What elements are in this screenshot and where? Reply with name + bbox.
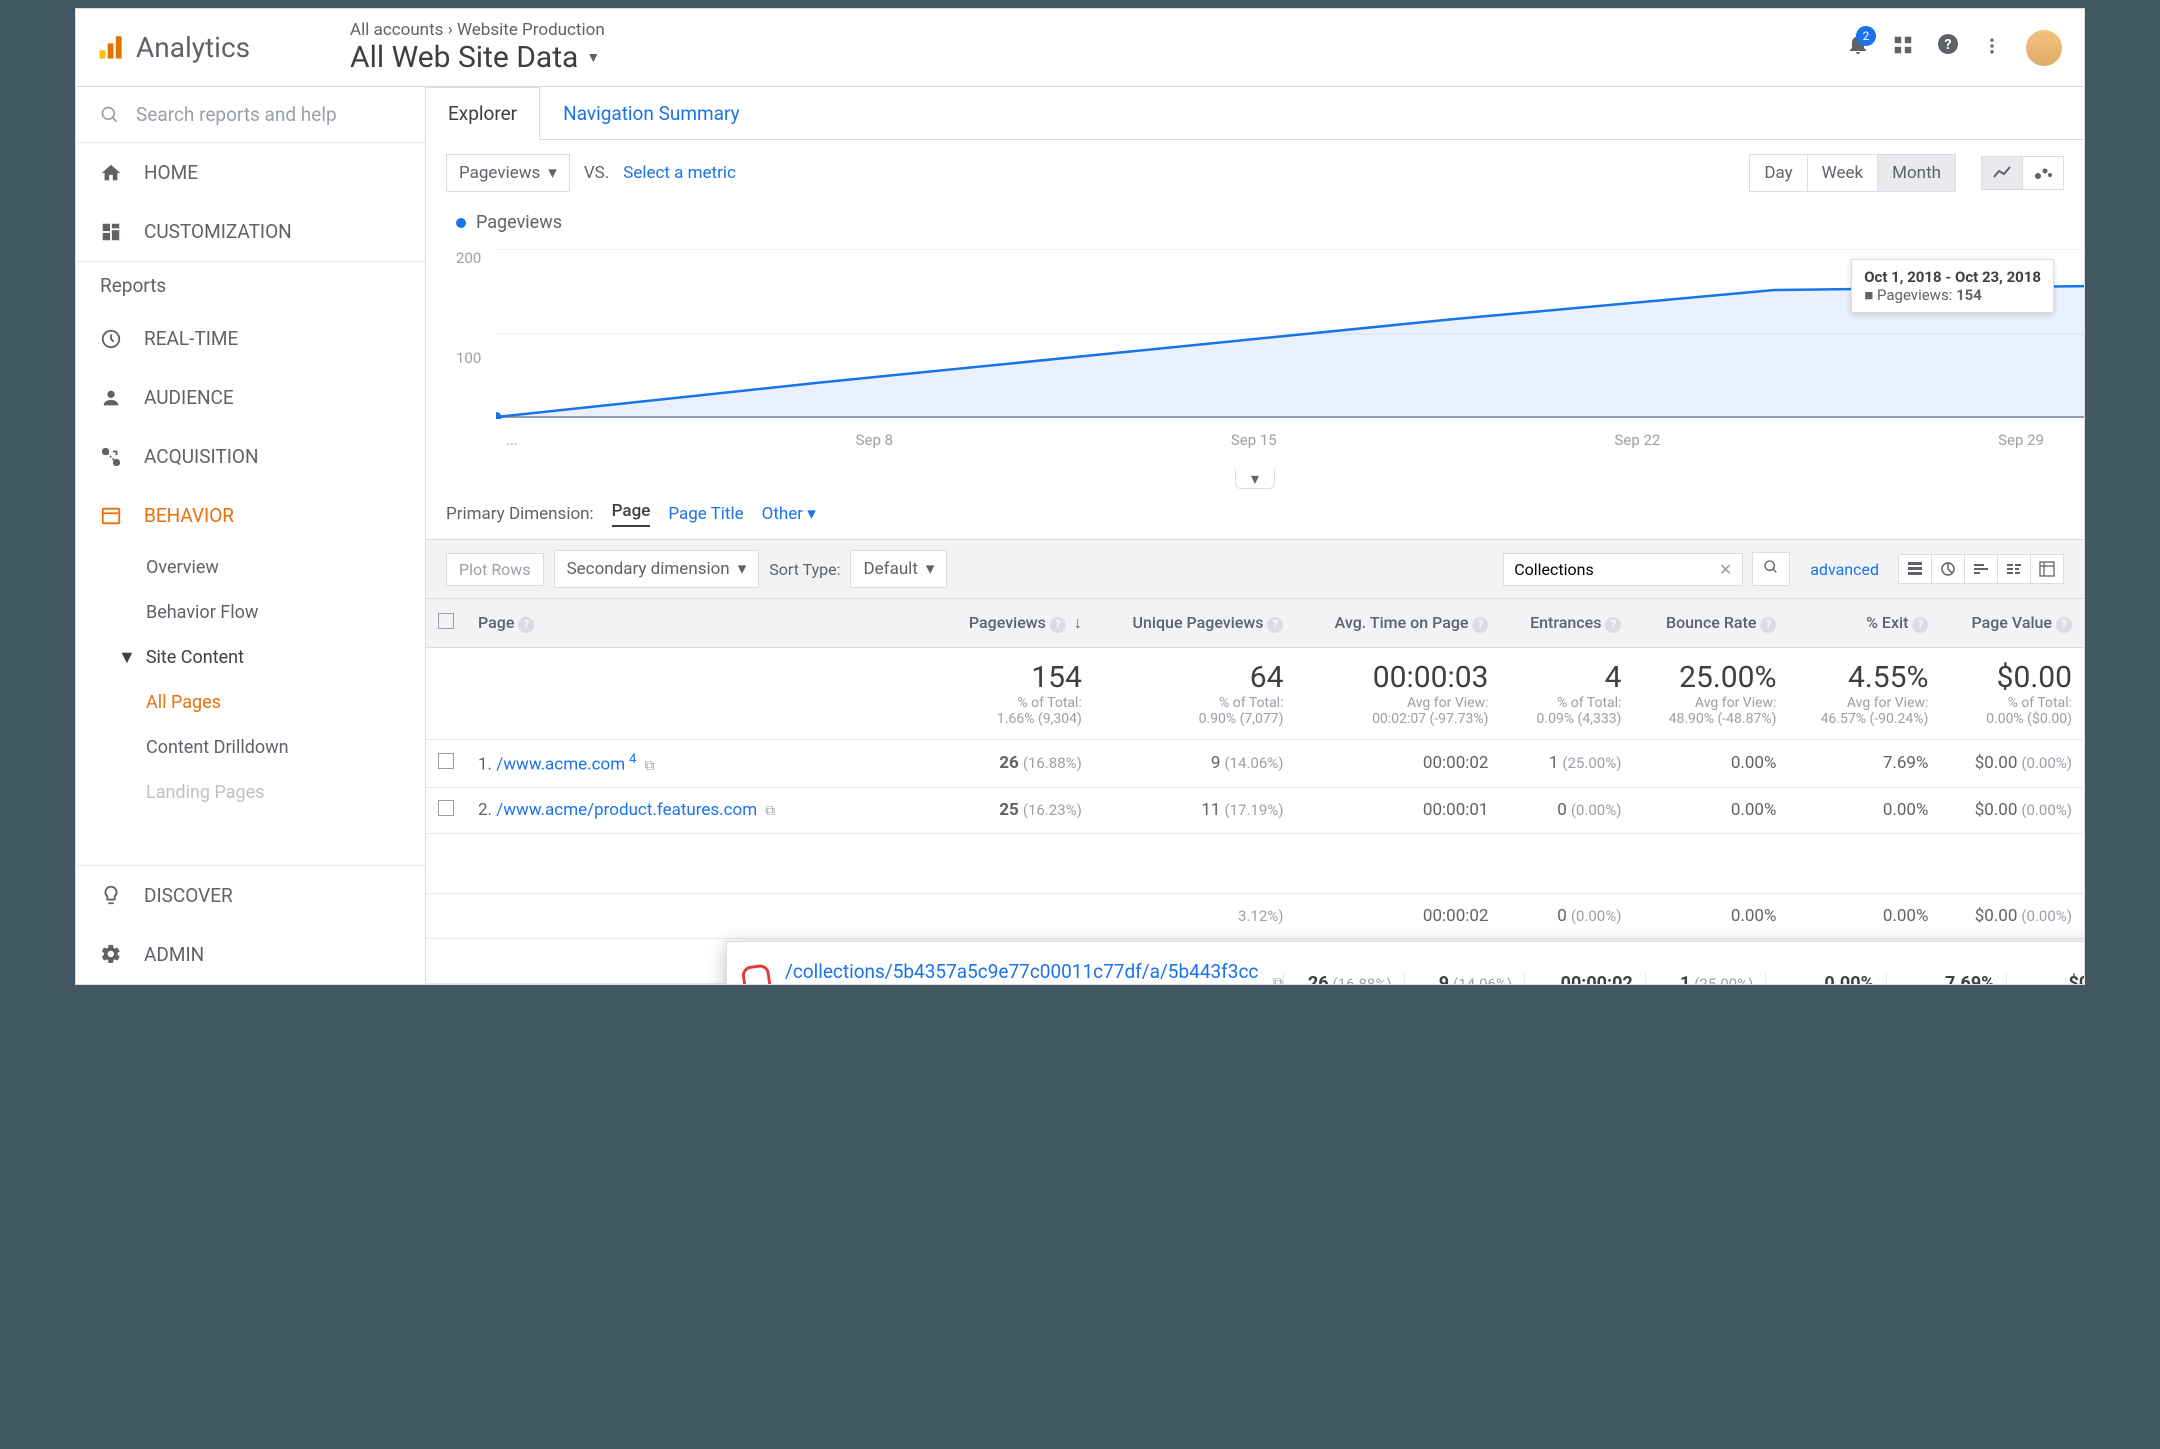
caret-down-icon: ▼	[118, 647, 136, 668]
more-icon[interactable]	[1982, 33, 2002, 63]
sort-type-label: Sort Type:	[769, 560, 840, 579]
behavior-icon	[100, 505, 122, 527]
table-view-icon[interactable]	[1898, 554, 1932, 584]
breadcrumb[interactable]: All accounts › Website Production	[350, 20, 1846, 40]
sub-item-overview[interactable]: Overview	[146, 545, 425, 590]
sidebar-item-acquisition[interactable]: ACQUISITION	[76, 427, 425, 486]
help-icon[interactable]: ?	[1936, 32, 1960, 63]
acquisition-icon	[100, 446, 122, 468]
caret-down-icon: ▾	[548, 163, 557, 183]
search-reports[interactable]: Search reports and help	[76, 87, 425, 142]
clock-icon	[100, 328, 122, 350]
comparison-view-icon[interactable]	[1997, 554, 2031, 584]
search-button[interactable]	[1752, 552, 1790, 586]
sidebar-item-behavior[interactable]: BEHAVIOR	[76, 486, 425, 545]
pivot-view-icon[interactable]	[2030, 554, 2064, 584]
dimension-other[interactable]: Other ▾	[762, 504, 816, 524]
range-week[interactable]: Week	[1807, 154, 1878, 192]
help-icon[interactable]: ?	[518, 617, 534, 633]
pie-view-icon[interactable]	[1931, 554, 1965, 584]
secondary-dimension-select[interactable]: Secondary dimension ▾	[554, 550, 760, 588]
reports-section-label: Reports	[76, 262, 425, 309]
caret-down-icon: ▼	[586, 49, 600, 66]
user-avatar[interactable]	[2024, 28, 2064, 68]
notifications-icon[interactable]: 2	[1846, 32, 1870, 63]
search-icon	[100, 105, 120, 125]
svg-text:?: ?	[1945, 37, 1952, 53]
sub-item-content-drilldown[interactable]: Content Drilldown	[146, 725, 425, 770]
vs-label: VS.	[584, 163, 609, 183]
tab-navigation-summary[interactable]: Navigation Summary	[540, 87, 762, 139]
range-month[interactable]: Month	[1877, 154, 1956, 192]
sidebar: Search reports and help HOME CUSTOMIZATI…	[76, 87, 426, 984]
paperclip-icon	[741, 963, 774, 983]
tab-explorer[interactable]: Explorer	[426, 87, 540, 140]
sub-item-landing-pages[interactable]: Landing Pages	[146, 770, 425, 815]
plot-rows-button[interactable]: Plot Rows	[446, 553, 544, 586]
apps-icon[interactable]	[1892, 33, 1914, 63]
data-table: Page? Pageviews? ↓ Unique Pageviews? Avg…	[426, 599, 2084, 984]
sort-type-select[interactable]: Default ▾	[850, 550, 947, 588]
sub-item-site-content[interactable]: ▼Site Content	[118, 635, 425, 680]
dimension-page[interactable]: Page	[612, 501, 651, 527]
table-row[interactable]: 3.12%) 00:00:02 0(0.00%) 0.00% 0.00% $0.…	[426, 893, 2084, 938]
clear-icon[interactable]: ✕	[1719, 560, 1732, 579]
highlighted-row-callout: /collections/5b4357a5c9e77c00011c77df/a/…	[726, 941, 2084, 984]
main-content: Explorer Navigation Summary Pageviews ▾ …	[426, 87, 2084, 984]
sub-item-behavior-flow[interactable]: Behavior Flow	[146, 590, 425, 635]
sidebar-item-discover[interactable]: DISCOVER	[76, 866, 425, 925]
legend-dot-icon	[456, 218, 466, 228]
search-input[interactable]	[1514, 560, 1719, 579]
sidebar-item-admin[interactable]: ADMIN	[76, 925, 425, 984]
table-row[interactable]: 1. /www.acme.com4⧉ 26(16.88%) 9(14.06%) …	[426, 740, 2084, 788]
primary-dimension-label: Primary Dimension:	[446, 504, 594, 524]
gear-icon	[100, 943, 122, 965]
table-search[interactable]: ✕	[1503, 553, 1743, 586]
open-icon[interactable]: ⧉	[1273, 975, 1283, 984]
notification-badge: 2	[1856, 26, 1876, 46]
sidebar-item-realtime[interactable]: REAL-TIME	[76, 309, 425, 368]
chart-legend: Pageviews	[426, 206, 2084, 239]
dimension-page-title[interactable]: Page Title	[668, 504, 743, 524]
page-link[interactable]: /www.acme/product.features.com	[496, 800, 757, 820]
sidebar-item-customization[interactable]: CUSTOMIZATION	[76, 202, 425, 261]
metric-selector[interactable]: Pageviews ▾	[446, 154, 570, 192]
chart-tooltip: Oct 1, 2018 - Oct 23, 2018 ■ Pageviews: …	[1851, 259, 2054, 313]
sidebar-item-audience[interactable]: AUDIENCE	[76, 368, 425, 427]
bulb-icon	[100, 884, 122, 906]
advanced-link[interactable]: advanced	[1810, 560, 1879, 579]
select-all-checkbox[interactable]	[438, 613, 454, 629]
row-checkbox[interactable]	[438, 800, 454, 816]
sidebar-item-home[interactable]: HOME	[76, 143, 425, 202]
dashboard-icon	[100, 221, 122, 243]
view-selector[interactable]: All Web Site Data ▼	[350, 40, 1846, 75]
row-checkbox[interactable]	[438, 753, 454, 769]
collection-url[interactable]: /collections/5b4357a5c9e77c00011c77df/a/…	[785, 960, 1265, 984]
bar-view-icon[interactable]	[1964, 554, 1998, 584]
expand-chart-icon[interactable]: ▾	[1235, 469, 1275, 489]
brand-label: Analytics	[136, 31, 250, 64]
summary-row: 154% of Total:1.66% (9,304) 64% of Total…	[426, 648, 2084, 740]
analytics-logo-icon	[96, 34, 124, 62]
open-icon[interactable]: ⧉	[765, 803, 775, 819]
table-row[interactable]: 2. /www.acme/product.features.com⧉ 25(16…	[426, 787, 2084, 833]
home-icon	[100, 162, 122, 184]
sub-item-all-pages[interactable]: All Pages	[146, 680, 425, 725]
pageviews-chart: 200 100 Oct 1, 2018 - Oct 23, 2018 ■ Pag…	[456, 249, 2054, 449]
person-icon	[100, 387, 122, 409]
select-metric-link[interactable]: Select a metric	[623, 163, 736, 183]
logo[interactable]: Analytics	[96, 31, 326, 64]
page-link[interactable]: /www.acme.com	[496, 755, 625, 775]
motion-chart-icon[interactable]	[2022, 156, 2064, 190]
table-row	[426, 833, 2084, 893]
open-icon[interactable]: ⧉	[644, 758, 654, 774]
app-header: Analytics All accounts › Website Product…	[76, 9, 2084, 87]
line-chart-icon[interactable]	[1981, 156, 2023, 190]
range-day[interactable]: Day	[1749, 154, 1807, 192]
